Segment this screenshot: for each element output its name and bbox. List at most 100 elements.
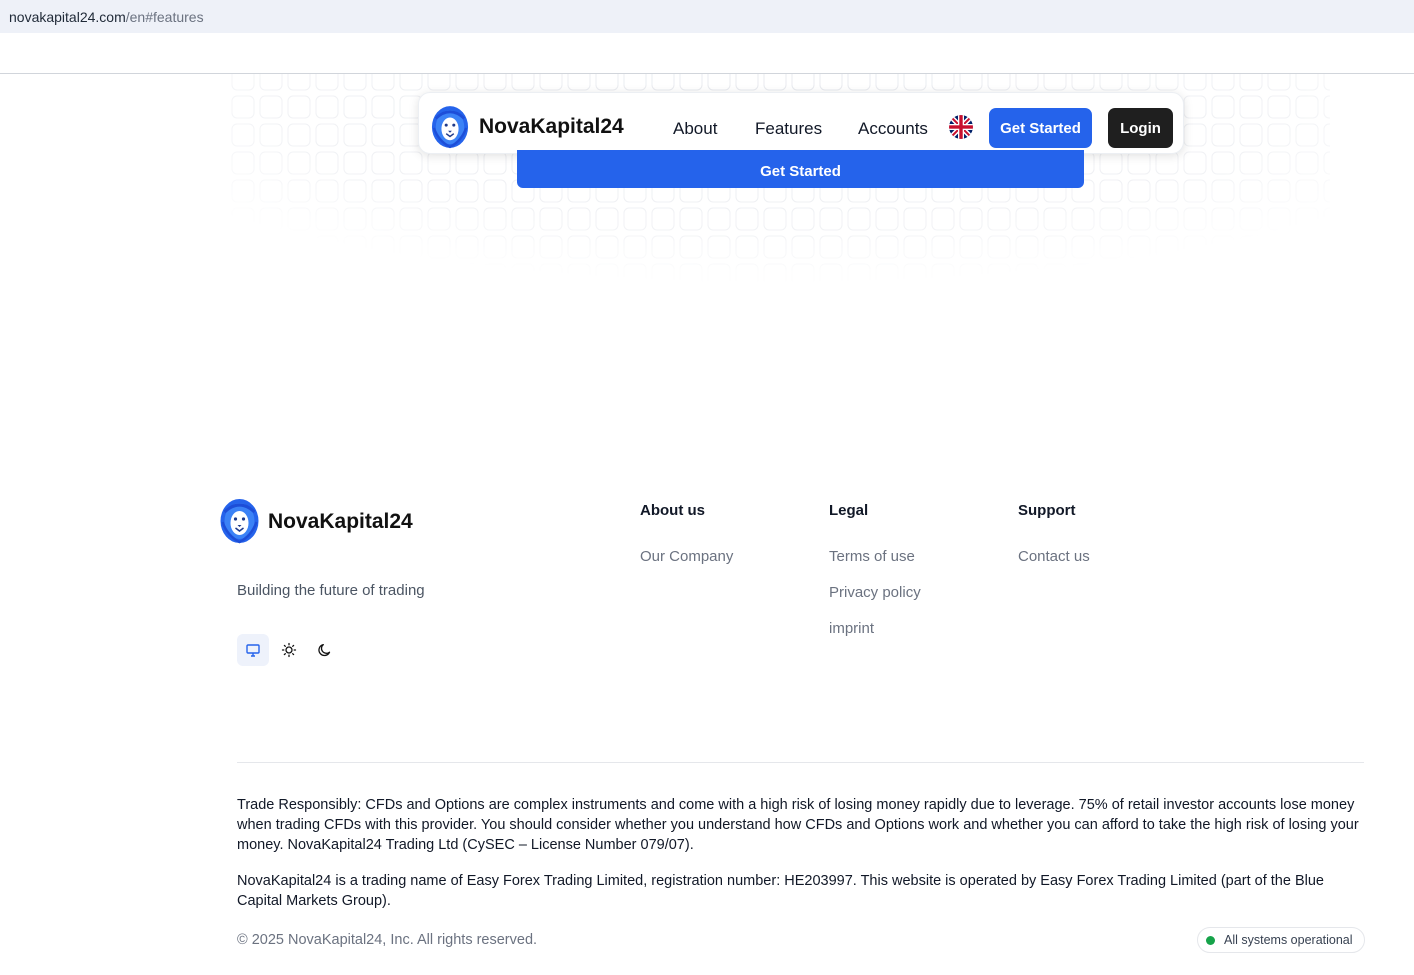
theme-light-button[interactable] <box>273 634 305 666</box>
grid-cell <box>455 207 479 231</box>
status-dot-icon <box>1206 935 1215 945</box>
grid-cell <box>1127 179 1151 203</box>
grid-cell <box>1267 179 1291 203</box>
grid-cell <box>1211 123 1235 147</box>
grid-cell <box>511 235 535 259</box>
nav-link-accounts[interactable]: Accounts <box>858 119 928 139</box>
grid-cell <box>231 74 255 91</box>
grid-cell <box>1183 347 1207 354</box>
grid-cell <box>651 235 675 259</box>
footer-link-contact[interactable]: Contact us <box>1018 548 1090 565</box>
moon-icon <box>318 643 331 657</box>
nav-link-about[interactable]: About <box>673 119 717 139</box>
theme-dark-button[interactable] <box>309 634 341 666</box>
footer-link-imprint[interactable]: imprint <box>829 620 874 637</box>
grid-cell <box>679 291 703 315</box>
grid-cell <box>651 74 675 91</box>
grid-cell <box>231 235 255 259</box>
grid-cell <box>903 263 927 287</box>
grid-cell <box>259 235 283 259</box>
theme-system-button[interactable] <box>237 634 269 666</box>
grid-cell <box>1211 347 1235 354</box>
grid-cell <box>1295 95 1319 119</box>
sun-icon <box>281 642 297 658</box>
grid-cell <box>1295 263 1319 287</box>
grid-cell <box>1323 291 1330 315</box>
grid-cell <box>539 263 563 287</box>
grid-cell <box>455 179 479 203</box>
grid-cell <box>987 319 1011 343</box>
grid-cell <box>875 74 899 91</box>
grid-cell <box>707 291 731 315</box>
grid-cell <box>1239 263 1263 287</box>
nav-link-features[interactable]: Features <box>755 119 822 139</box>
grid-cell <box>1239 291 1263 315</box>
grid-cell <box>259 95 283 119</box>
uk-flag-icon[interactable] <box>949 115 973 139</box>
grid-cell <box>343 291 367 315</box>
grid-cell <box>1267 263 1291 287</box>
grid-cell <box>427 319 451 343</box>
grid-cell <box>287 235 311 259</box>
grid-cell <box>651 291 675 315</box>
grid-cell <box>371 263 395 287</box>
login-button[interactable]: Login <box>1108 108 1173 148</box>
grid-cell <box>315 263 339 287</box>
grid-cell <box>315 291 339 315</box>
grid-cell <box>735 235 759 259</box>
grid-cell <box>287 291 311 315</box>
lion-logo-icon[interactable] <box>431 105 469 149</box>
grid-cell <box>455 151 479 175</box>
footer-link-terms[interactable]: Terms of use <box>829 548 915 565</box>
grid-cell <box>343 207 367 231</box>
grid-cell <box>903 291 927 315</box>
grid-cell <box>1099 179 1123 203</box>
grid-cell <box>539 347 563 354</box>
grid-cell <box>455 319 479 343</box>
grid-cell <box>1183 151 1207 175</box>
footer-lion-logo-icon[interactable] <box>219 498 260 544</box>
grid-cell <box>847 319 871 343</box>
grid-cell <box>1127 291 1151 315</box>
footer-brand-name[interactable]: NovaKapital24 <box>268 510 413 534</box>
browser-url-bar[interactable]: novakapital24.com/en#features <box>0 0 1414 33</box>
grid-cell <box>567 235 591 259</box>
grid-cell <box>931 319 955 343</box>
hero-get-started-button[interactable]: Get Started <box>517 150 1084 188</box>
footer-link-privacy[interactable]: Privacy policy <box>829 584 921 601</box>
grid-cell <box>623 207 647 231</box>
grid-cell <box>287 207 311 231</box>
grid-cell <box>1183 207 1207 231</box>
grid-cell <box>763 347 787 354</box>
nav-brand-name[interactable]: NovaKapital24 <box>479 115 624 139</box>
grid-cell <box>1267 151 1291 175</box>
grid-cell <box>1099 319 1123 343</box>
grid-cell <box>903 207 927 231</box>
grid-cell <box>343 319 367 343</box>
system-status-badge[interactable]: All systems operational <box>1197 927 1365 953</box>
grid-cell <box>987 207 1011 231</box>
grid-cell <box>427 347 451 354</box>
grid-cell <box>1323 74 1330 91</box>
grid-cell <box>371 319 395 343</box>
grid-cell <box>595 263 619 287</box>
grid-cell <box>1239 179 1263 203</box>
footer-link-our-company[interactable]: Our Company <box>640 548 733 565</box>
grid-cell <box>343 123 367 147</box>
grid-cell <box>1295 151 1319 175</box>
grid-cell <box>1015 319 1039 343</box>
grid-cell <box>1323 347 1330 354</box>
grid-cell <box>483 235 507 259</box>
grid-cell <box>707 74 731 91</box>
grid-cell <box>1155 207 1179 231</box>
grid-cell <box>483 151 507 175</box>
grid-cell <box>903 74 927 91</box>
grid-cell <box>1183 319 1207 343</box>
grid-cell <box>931 347 955 354</box>
grid-cell <box>511 207 535 231</box>
grid-cell <box>1099 291 1123 315</box>
grid-cell <box>231 123 255 147</box>
grid-cell <box>1267 95 1291 119</box>
nav-get-started-button[interactable]: Get Started <box>989 108 1092 148</box>
grid-cell <box>371 291 395 315</box>
